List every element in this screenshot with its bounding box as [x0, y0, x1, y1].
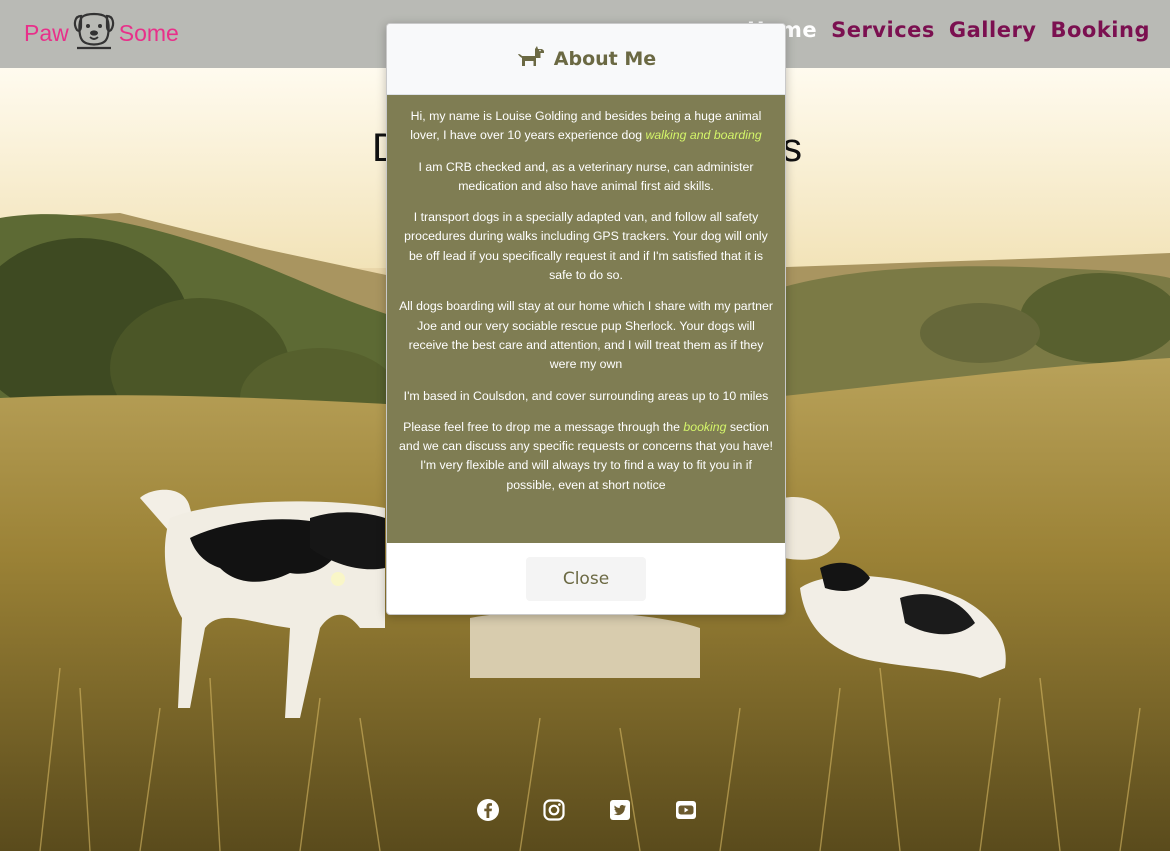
- close-button[interactable]: Close: [526, 556, 646, 601]
- walking-boarding-link[interactable]: walking and boarding: [645, 128, 761, 142]
- twitter-icon[interactable]: [608, 798, 632, 822]
- youtube-icon[interactable]: [674, 798, 698, 822]
- facebook-icon[interactable]: [476, 798, 500, 822]
- brand-text-right: Some: [118, 19, 179, 46]
- modal-title: About Me: [553, 48, 657, 70]
- paragraph-text: I'm based in Coulsdon, and cover surroun…: [403, 388, 769, 403]
- brand-logo[interactable]: Paw Some: [24, 10, 179, 56]
- about-paragraph-1: Hi, my name is Louise Golding and beside…: [399, 107, 773, 146]
- nav-gallery-link[interactable]: Gallery: [949, 18, 1037, 42]
- about-paragraph-6: Please feel free to drop me a message th…: [399, 418, 773, 495]
- modal-header: About Me: [387, 24, 785, 95]
- nav-booking-link[interactable]: Booking: [1050, 18, 1150, 42]
- booking-link[interactable]: booking: [683, 420, 726, 434]
- about-paragraph-3: I transport dogs in a specially adapted …: [399, 208, 773, 285]
- nav-services-link[interactable]: Services: [831, 18, 935, 42]
- about-paragraph-5: I'm based in Coulsdon, and cover surroun…: [399, 387, 773, 406]
- paragraph-text: I am CRB checked and, as a veterinary nu…: [418, 159, 754, 193]
- about-me-modal: About Me Hi, my name is Louise Golding a…: [386, 23, 786, 615]
- social-links: [476, 798, 698, 822]
- modal-body: Hi, my name is Louise Golding and beside…: [387, 95, 785, 543]
- paragraph-text: I transport dogs in a specially adapted …: [404, 210, 768, 283]
- modal-footer: Close: [387, 543, 785, 614]
- dog-face-icon: [69, 10, 119, 56]
- paragraph-text: All dogs boarding will stay at our home …: [399, 299, 773, 372]
- about-paragraph-2: I am CRB checked and, as a veterinary nu…: [399, 158, 773, 197]
- about-paragraph-4: All dogs boarding will stay at our home …: [399, 297, 773, 374]
- main-nav: Home Services Gallery Booking: [747, 18, 1150, 42]
- dog-icon: [516, 44, 546, 75]
- brand-text-left: Paw: [24, 19, 69, 46]
- instagram-icon[interactable]: [542, 798, 566, 822]
- paragraph-text: Please feel free to drop me a message th…: [403, 419, 684, 434]
